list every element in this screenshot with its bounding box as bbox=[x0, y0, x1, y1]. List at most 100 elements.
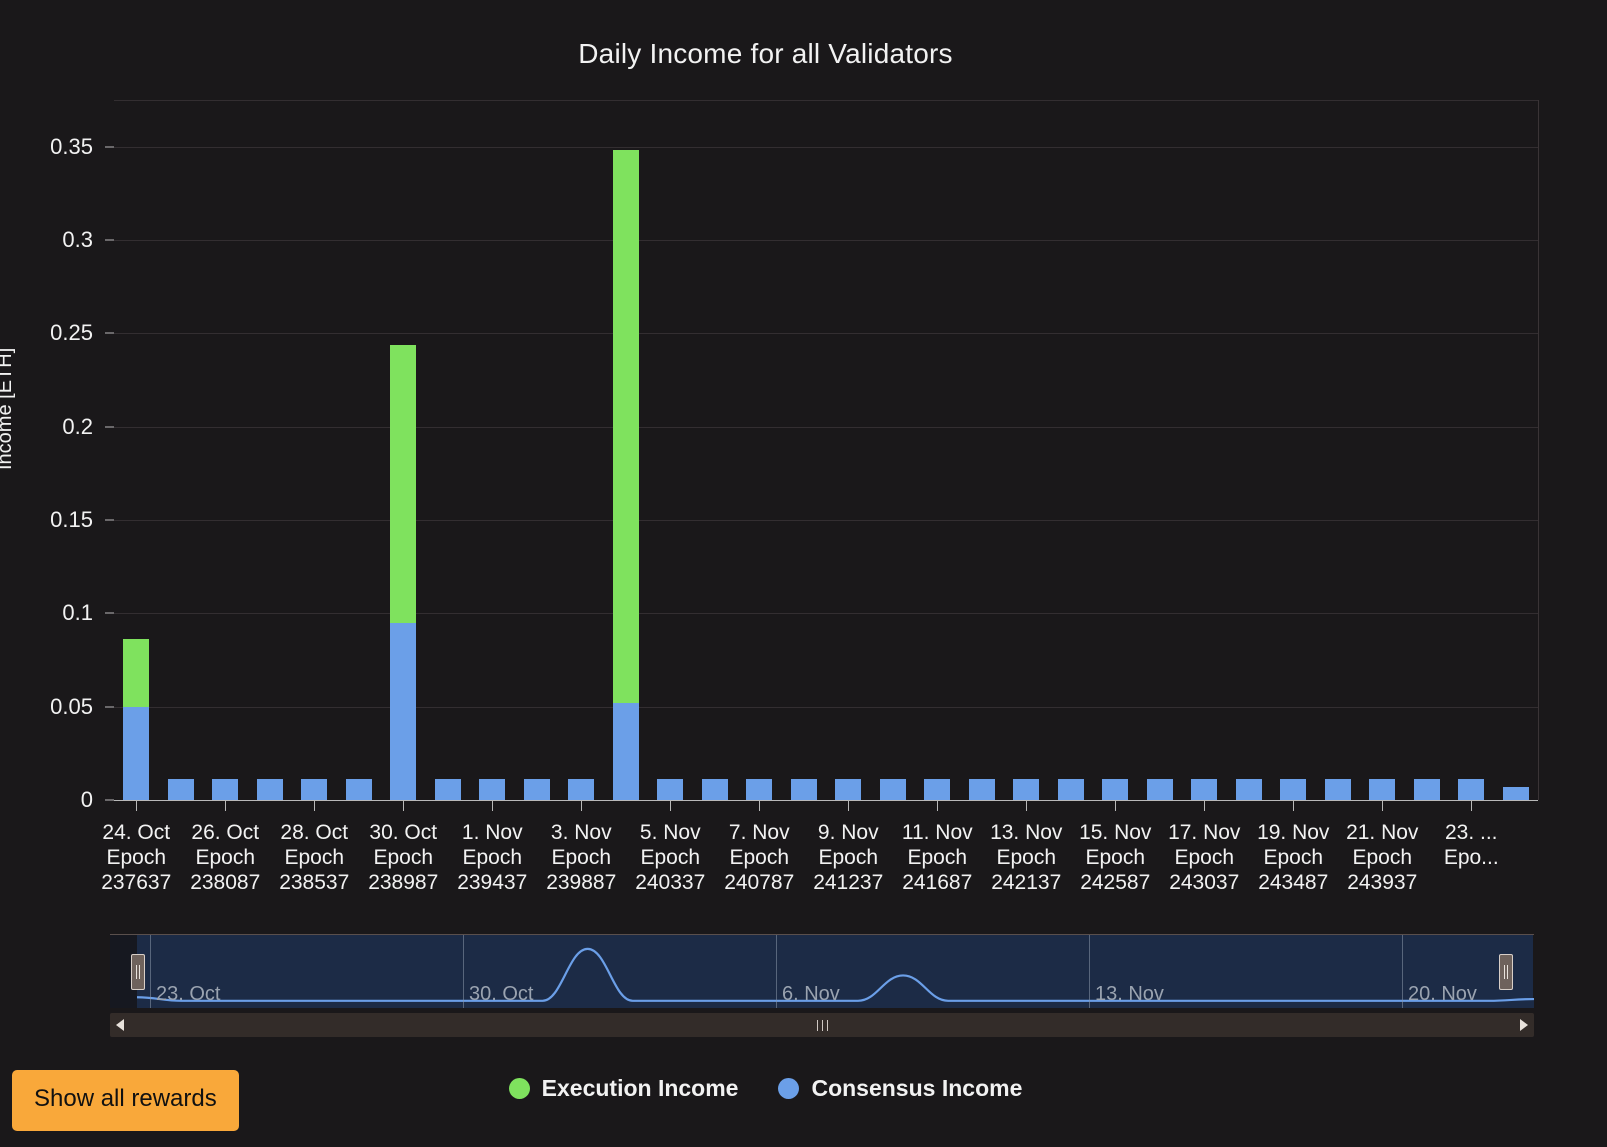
x-axis-tick-mark bbox=[225, 800, 227, 811]
navigator-date-label: 6. Nov bbox=[782, 983, 840, 1005]
bar-segment-consensus[interactable] bbox=[345, 779, 372, 800]
navigator-date-label: 30. Oct bbox=[469, 983, 534, 1005]
x-axis-tick-mark bbox=[1471, 800, 1473, 811]
navigator-right-handle[interactable] bbox=[1499, 954, 1513, 990]
bar-segment-consensus[interactable] bbox=[479, 779, 506, 800]
bar-segment-consensus[interactable] bbox=[968, 779, 995, 800]
bar-segment-consensus[interactable] bbox=[1502, 786, 1529, 800]
x-axis-tick-mark bbox=[581, 800, 583, 811]
y-axis-tick-label: 0.25 bbox=[50, 320, 93, 346]
bar-segment-consensus[interactable] bbox=[835, 779, 862, 800]
y-axis-tick-label: 0.05 bbox=[50, 693, 93, 719]
bar-segment-execution[interactable] bbox=[612, 150, 639, 703]
y-axis-tick-mark bbox=[105, 799, 114, 801]
gridline bbox=[114, 146, 1538, 148]
x-axis-line bbox=[114, 800, 1538, 801]
bar-segment-consensus[interactable] bbox=[256, 779, 283, 800]
y-axis-tick-label: 0.2 bbox=[62, 413, 93, 439]
scroll-right-arrow-icon[interactable] bbox=[1514, 1013, 1534, 1037]
navigator-date-label: 20. Nov bbox=[1408, 983, 1477, 1005]
x-axis-tick-mark bbox=[670, 800, 672, 811]
x-axis-tick-label: 23. ... Epo... bbox=[1406, 820, 1536, 870]
gridline bbox=[114, 613, 1538, 615]
navigator-left-handle[interactable] bbox=[131, 954, 145, 990]
navigator-date-label: 13. Nov bbox=[1095, 983, 1164, 1005]
show-all-rewards-button[interactable]: Show all rewards bbox=[12, 1070, 239, 1131]
navigator[interactable]: 23. Oct 30. Oct 6. Nov 13. Nov 20. Nov bbox=[110, 934, 1534, 1008]
legend-item[interactable]: Execution Income bbox=[508, 1075, 739, 1102]
bar-segment-consensus[interactable] bbox=[879, 779, 906, 800]
y-axis-tick-label: 0 bbox=[80, 787, 93, 812]
x-axis-tick-mark bbox=[759, 800, 761, 811]
bar-segment-consensus[interactable] bbox=[568, 779, 595, 800]
navigator-gridline bbox=[463, 935, 464, 1008]
bar-segment-consensus[interactable] bbox=[523, 779, 550, 800]
y-axis-tick-label: 0.1 bbox=[62, 600, 93, 626]
legend-label: Execution Income bbox=[541, 1075, 739, 1101]
bar-segment-consensus[interactable] bbox=[123, 706, 150, 800]
bar-segment-consensus[interactable] bbox=[1191, 779, 1218, 800]
x-axis-tick-mark bbox=[492, 800, 494, 811]
bar-segment-consensus[interactable] bbox=[924, 779, 951, 800]
y-axis-tick-mark bbox=[105, 612, 114, 614]
bar-segment-consensus[interactable] bbox=[1057, 779, 1084, 800]
bar-segment-consensus[interactable] bbox=[612, 702, 639, 800]
x-axis-tick-mark bbox=[1026, 800, 1028, 811]
y-axis-title: Income [ETH] bbox=[0, 347, 16, 470]
y-axis-tick-mark bbox=[105, 332, 114, 334]
x-axis-tick-mark bbox=[1115, 800, 1117, 811]
y-axis-tick-mark bbox=[105, 146, 114, 148]
legend-item[interactable]: Consensus Income bbox=[778, 1075, 1022, 1102]
navigator-gridline bbox=[1402, 935, 1403, 1008]
navigator-gridline bbox=[776, 935, 777, 1008]
y-axis-tick-mark bbox=[105, 239, 114, 241]
scroll-left-arrow-icon[interactable] bbox=[110, 1013, 130, 1037]
gridline bbox=[114, 426, 1538, 428]
y-axis-tick-label: 0.35 bbox=[50, 133, 93, 159]
x-axis-tick-line: 23. ... bbox=[1444, 821, 1498, 844]
x-axis-tick-mark bbox=[403, 800, 405, 811]
bar-segment-consensus[interactable] bbox=[1324, 779, 1351, 800]
y-axis-tick-label: 0.3 bbox=[62, 227, 93, 252]
gridline bbox=[114, 520, 1538, 521]
legend-marker-icon bbox=[508, 1078, 530, 1099]
y-axis-tick-mark bbox=[105, 519, 114, 521]
bar-segment-consensus[interactable] bbox=[301, 779, 328, 800]
bar-segment-consensus[interactable] bbox=[657, 779, 684, 800]
navigator-gridline bbox=[150, 935, 151, 1008]
bar-segment-consensus[interactable] bbox=[746, 779, 773, 800]
bar-segment-consensus[interactable] bbox=[1013, 779, 1040, 800]
bar-segment-consensus[interactable] bbox=[1102, 779, 1129, 800]
legend-marker-icon bbox=[778, 1078, 800, 1099]
x-axis-tick-line: 243937 bbox=[1347, 871, 1418, 894]
gridline bbox=[114, 333, 1538, 335]
bar-segment-consensus[interactable] bbox=[1413, 779, 1440, 800]
bar-segment-consensus[interactable] bbox=[434, 779, 461, 800]
navigator-gridline bbox=[1089, 935, 1090, 1008]
bar-segment-consensus[interactable] bbox=[1235, 779, 1262, 800]
gridline bbox=[114, 100, 1538, 101]
bar-segment-consensus[interactable] bbox=[1369, 779, 1396, 800]
gridline bbox=[114, 240, 1538, 241]
bar-segment-consensus[interactable] bbox=[701, 779, 728, 800]
bar-segment-consensus[interactable] bbox=[212, 779, 239, 800]
page-title: Daily Income for all Validators bbox=[578, 38, 953, 69]
bar-segment-execution[interactable] bbox=[390, 344, 417, 623]
scrollbar-thumb[interactable] bbox=[130, 1013, 1514, 1037]
bar-segment-consensus[interactable] bbox=[390, 622, 417, 800]
income-chart-panel: Daily Income for all Validators 0 0.05 0.1… bbox=[0, 0, 1607, 1147]
bar-segment-consensus[interactable] bbox=[1146, 779, 1173, 800]
bar-segment-consensus[interactable] bbox=[1280, 779, 1307, 800]
x-axis-tick-mark bbox=[1204, 800, 1206, 811]
bar-segment-consensus[interactable] bbox=[790, 779, 817, 800]
navigator-scrollbar[interactable] bbox=[110, 1013, 1534, 1037]
bar-segment-execution[interactable] bbox=[123, 639, 150, 707]
x-axis-tick-mark bbox=[314, 800, 316, 811]
x-axis-tick-mark bbox=[848, 800, 850, 811]
bar-segment-consensus[interactable] bbox=[167, 779, 194, 800]
y-axis-tick-label: 0.15 bbox=[50, 507, 93, 532]
y-axis-tick-mark bbox=[105, 706, 114, 708]
x-axis-tick-mark bbox=[136, 800, 138, 811]
scrollbar-track[interactable] bbox=[130, 1013, 1514, 1037]
bar-segment-consensus[interactable] bbox=[1458, 779, 1485, 800]
